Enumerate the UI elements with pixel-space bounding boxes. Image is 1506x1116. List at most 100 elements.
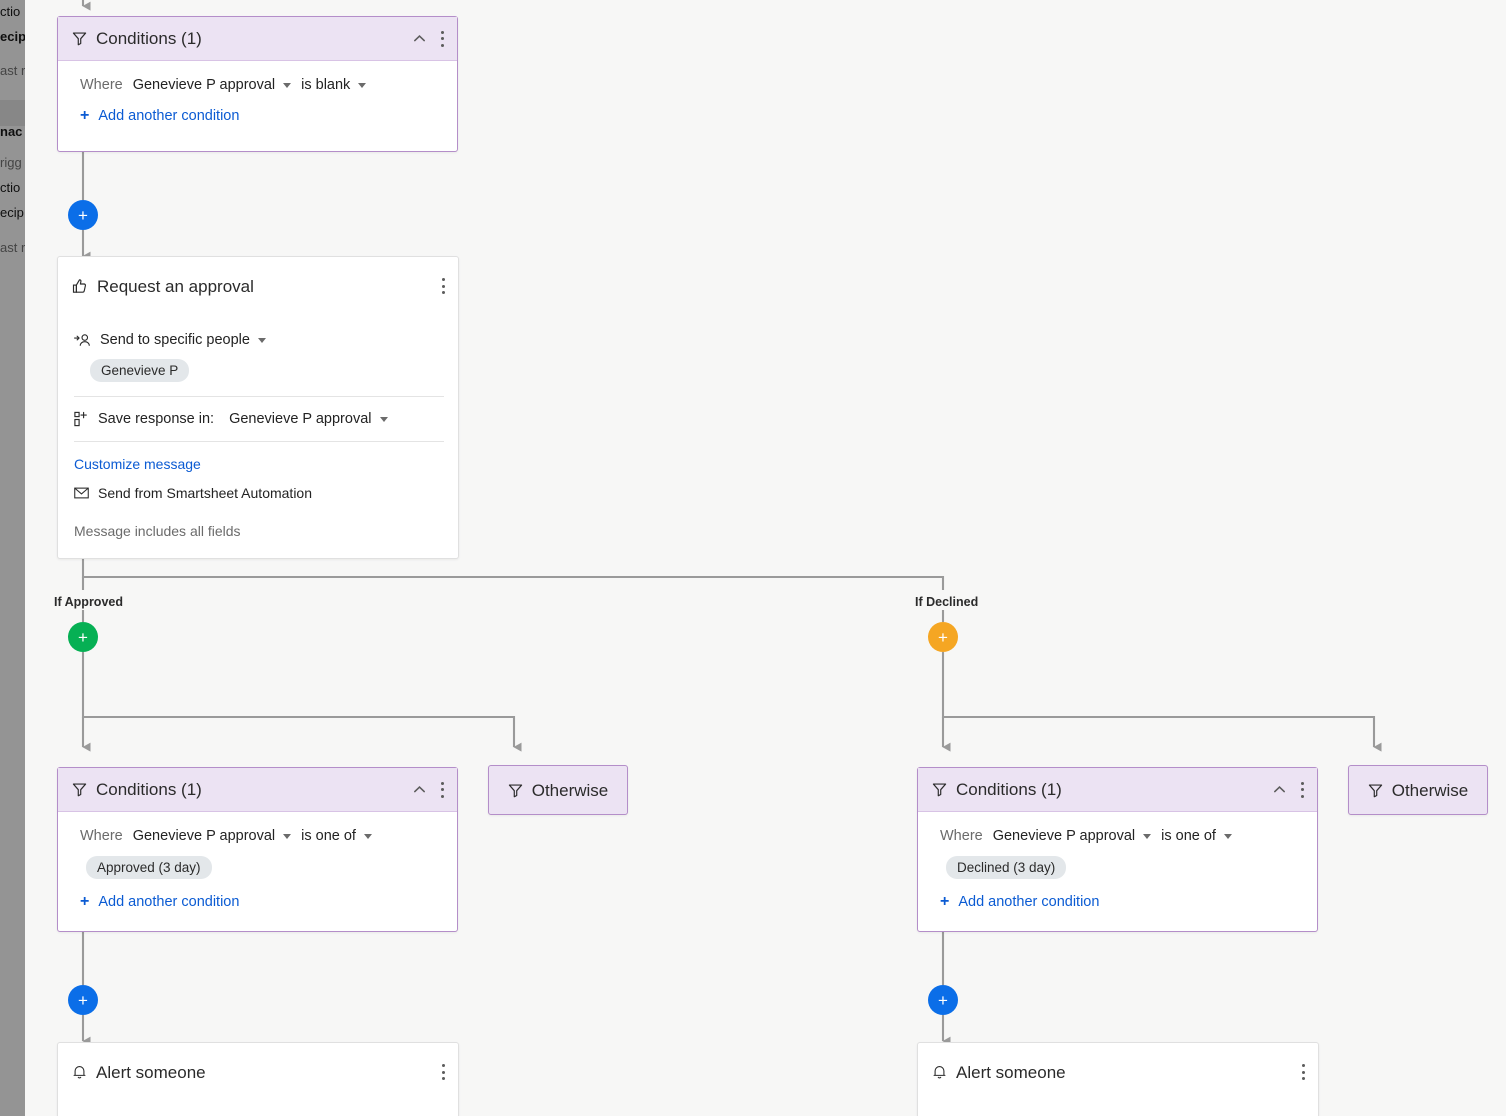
plus-icon: + [80,107,90,124]
kebab-menu-icon[interactable] [1302,1063,1306,1081]
send-to-value: Send to specific people [100,332,250,348]
branch-label-if-approved: If Approved [54,595,123,609]
filter-icon [72,31,87,46]
condition-row: Where Genevieve P approval is one of [72,812,443,844]
condition-field-dropdown[interactable]: Genevieve P approval [132,77,292,93]
request-approval-header: Request an approval [58,257,458,315]
condition-value-chip[interactable]: Declined (3 day) [946,856,1067,879]
request-approval-title-row: Request an approval [72,278,442,295]
envelope-icon [74,487,89,499]
chevron-down-icon [257,337,266,343]
alert-left-title: Alert someone [96,1062,206,1082]
condition-value-wrap: Approved (3 day) [72,844,443,879]
thumbs-up-icon [72,278,88,294]
alert-right-title-row: Alert someone [932,1064,1302,1081]
chevron-down-icon [379,416,388,422]
background-automation-list-strip: ctio ecip ast r nac rigg ctio ecip ast r [0,0,25,1116]
condition-value-chip[interactable]: Approved (3 day) [86,856,212,879]
request-approval-card[interactable]: Request an approval Send to specific peo… [57,256,459,559]
add-another-condition-button[interactable]: + Add another condition [72,93,443,138]
condition-operator-dropdown[interactable]: is one of [301,828,372,844]
conditions-card-declined-title-row: Conditions (1) [932,781,1271,798]
send-to-row: Send to specific people [72,315,444,348]
alert-left-actions [442,1063,446,1081]
kebab-menu-icon[interactable] [1301,781,1305,799]
plus-icon: + [940,893,950,910]
condition-field-value: Genevieve P approval [132,828,276,844]
conditions-card-top[interactable]: Conditions (1) Where Genevieve P approva… [57,16,458,152]
alert-right-title: Alert someone [956,1062,1066,1082]
alert-left-title-row: Alert someone [72,1064,442,1081]
recipient-chip-wrap: Genevieve P [72,348,444,382]
conditions-card-approved[interactable]: Conditions (1) Where Genevieve P approva… [57,767,458,932]
add-step-button-declined-branch[interactable]: + [928,622,958,652]
add-step-button-3[interactable]: + [928,985,958,1015]
conditions-card-declined[interactable]: Conditions (1) Where Genevieve P approva… [917,767,1318,932]
condition-field-value: Genevieve P approval [132,77,276,93]
save-response-dropdown[interactable]: Genevieve P approval [229,411,388,427]
conditions-card-approved-title: Conditions (1) [96,780,202,799]
filter-icon [72,782,87,797]
condition-operator-value: is one of [301,828,356,844]
chevron-up-icon[interactable] [411,31,427,47]
otherwise-right-title-row: Otherwise [1368,780,1469,800]
conditions-card-declined-title: Conditions (1) [956,780,1062,799]
add-person-icon [74,333,91,348]
add-another-condition-button[interactable]: + Add another condition [932,879,1303,924]
otherwise-right-title: Otherwise [1391,780,1469,800]
request-approval-title: Request an approval [97,276,254,296]
conditions-card-approved-header: Conditions (1) [58,768,457,812]
condition-operator-value: is blank [301,77,351,93]
send-to-dropdown[interactable]: Send to specific people [100,332,266,348]
where-label: Where [80,828,123,844]
conditions-card-approved-body: Where Genevieve P approval is one of App… [58,812,457,924]
add-step-button-approved-branch[interactable]: + [68,622,98,652]
customize-message-link-wrap: Customize message [72,442,444,474]
conditions-card-top-header: Conditions (1) [58,17,457,61]
kebab-menu-icon[interactable] [441,30,445,48]
chevron-down-icon [1223,833,1232,839]
chevron-up-icon[interactable] [1271,782,1287,798]
condition-row: Where Genevieve P approval is blank [72,61,443,93]
add-step-button-1[interactable]: + [68,200,98,230]
otherwise-card-declined-branch[interactable]: Otherwise [1348,765,1488,815]
condition-operator-dropdown[interactable]: is blank [301,77,367,93]
add-another-condition-label: Add another condition [98,894,240,910]
add-step-button-2[interactable]: + [68,985,98,1015]
conditions-card-top-title-row: Conditions (1) [72,30,411,47]
where-label: Where [80,77,123,93]
alert-someone-card-approved[interactable]: Alert someone [57,1042,459,1116]
kebab-menu-icon[interactable] [442,1063,446,1081]
add-another-condition-label: Add another condition [958,894,1100,910]
alert-left-header: Alert someone [58,1043,458,1101]
conditions-card-approved-title-row: Conditions (1) [72,781,411,798]
condition-field-dropdown[interactable]: Genevieve P approval [993,828,1152,844]
otherwise-card-approved-branch[interactable]: Otherwise [488,765,628,815]
bell-icon [72,1064,87,1080]
chevron-down-icon [363,833,372,839]
conditions-card-approved-actions [411,781,445,799]
recipient-chip[interactable]: Genevieve P [90,359,190,382]
conditions-card-declined-actions [1271,781,1305,799]
filter-icon [508,783,523,798]
add-another-condition-label: Add another condition [98,108,240,124]
kebab-menu-icon[interactable] [442,277,446,295]
where-label: Where [940,828,983,844]
conditions-card-top-body: Where Genevieve P approval is blank + Ad… [58,61,457,138]
conditions-card-top-actions [411,30,445,48]
add-another-condition-button[interactable]: + Add another condition [72,879,443,924]
chevron-down-icon [283,833,292,839]
modal-scrim [0,0,25,1116]
condition-field-dropdown[interactable]: Genevieve P approval [132,828,292,844]
chevron-up-icon[interactable] [411,782,427,798]
plus-icon: + [80,893,90,910]
message-fields-note: Message includes all fields [74,523,241,539]
branch-label-if-declined: If Declined [915,595,979,609]
condition-operator-dropdown[interactable]: is one of [1161,828,1232,844]
kebab-menu-icon[interactable] [441,781,445,799]
customize-message-link[interactable]: Customize message [74,456,201,472]
conditions-card-declined-header: Conditions (1) [918,768,1317,812]
alert-someone-card-declined[interactable]: Alert someone [917,1042,1319,1116]
automation-workflow-canvas: ctio ecip ast r nac rigg ctio ecip ast r [0,0,1506,1116]
save-response-row: Save response in: Genevieve P approval [72,397,444,441]
